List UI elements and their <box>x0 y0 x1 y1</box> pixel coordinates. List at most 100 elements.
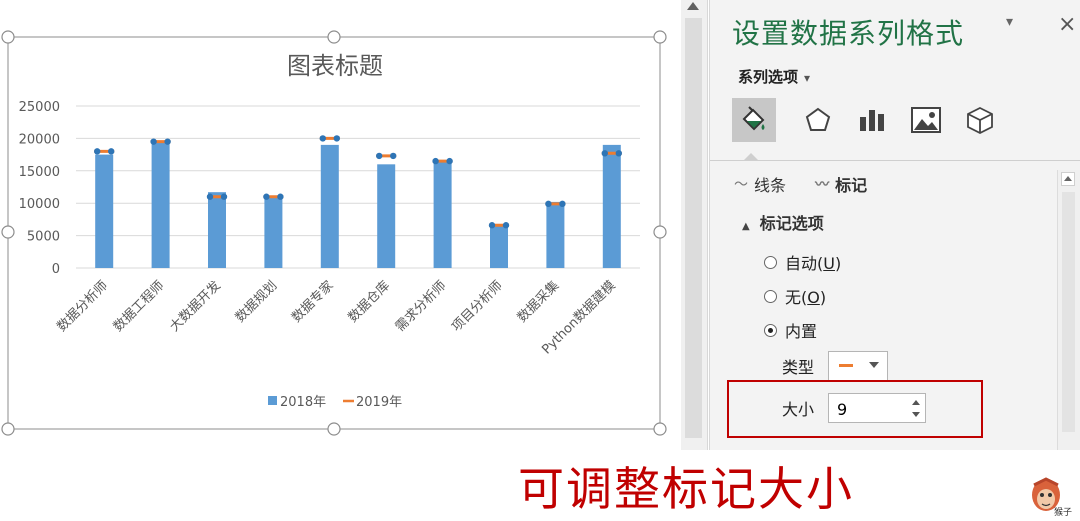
bar <box>95 154 114 268</box>
chevron-down-icon: ▾ <box>804 71 811 85</box>
radio-auto-label: 自动(U) <box>785 254 842 273</box>
line-icon: 〜 <box>734 177 748 193</box>
series-options-bar-icon[interactable] <box>850 98 894 142</box>
tab-marker[interactable]: 〰标记 <box>815 172 867 196</box>
3d-format-icon[interactable] <box>958 98 1002 142</box>
y-axis-ticks: 0 5000 10000 15000 20000 25000 <box>19 100 60 277</box>
radio-auto-button[interactable] <box>764 255 777 269</box>
scroll-up-icon[interactable] <box>1061 172 1075 186</box>
resize-handle[interactable] <box>327 422 341 436</box>
subtabs: 〜线条 〰标记 <box>734 172 891 196</box>
y-tick-label: 25000 <box>19 100 60 115</box>
legend-label: 2018年 <box>280 395 326 410</box>
resize-handle[interactable] <box>1 30 15 44</box>
marker-selection-dot <box>263 193 270 200</box>
collapse-triangle-icon: ▲ <box>742 221 750 232</box>
radio-auto[interactable]: 自动(U) <box>764 250 841 274</box>
marker-selection-dot <box>446 157 453 165</box>
marker-type-dropdown[interactable] <box>828 351 888 381</box>
x-tick-label: 需求分析师 <box>393 278 450 335</box>
marker-selection-dot <box>220 193 228 200</box>
marker-selection-dot <box>376 152 383 160</box>
scroll-thumb[interactable] <box>685 18 702 438</box>
chevron-down-icon <box>869 362 879 368</box>
chart-title[interactable]: 图表标题 <box>287 52 383 80</box>
y-tick-label: 15000 <box>19 165 60 180</box>
bar <box>320 144 339 268</box>
marker-selection-dot <box>488 222 496 229</box>
size-highlight-box <box>727 380 983 438</box>
x-tick-label: 数据工程师 <box>111 278 168 335</box>
effects-icon[interactable] <box>796 98 840 142</box>
resize-handle[interactable] <box>327 30 341 44</box>
marker-selection-dot <box>615 150 622 157</box>
format-data-series-pane: 设置数据系列格式 ▾ × 系列选项 ▾ 〜 线条 〰 标记 ▲ 标记选项 自动(… <box>709 0 1080 450</box>
marker-selection-dot <box>502 222 510 229</box>
y-tick-label: 10000 <box>19 197 60 212</box>
close-icon[interactable]: × <box>1058 12 1076 37</box>
series-options-dropdown[interactable]: 系列选项 ▾ <box>738 66 810 87</box>
x-tick-label: 项目分析师 <box>449 278 506 335</box>
picture-icon[interactable] <box>904 98 948 142</box>
marker-selection-dot <box>277 193 284 200</box>
bar <box>546 201 565 268</box>
resize-handle[interactable] <box>653 30 667 44</box>
bar <box>208 192 226 268</box>
x-tick-label: 大数据开发 <box>167 278 224 335</box>
tab-line[interactable]: 〜线条 <box>734 172 786 196</box>
bar <box>602 144 621 268</box>
x-tick-label: 数据专家 <box>289 278 337 326</box>
legend-label: 2019年 <box>356 395 402 410</box>
legend-swatch-bar <box>268 396 277 405</box>
marker-selection-dot <box>601 150 608 157</box>
pane-divider <box>710 160 1080 161</box>
y-tick-label: 20000 <box>19 132 60 147</box>
pane-left-scrollbar[interactable] <box>681 0 708 450</box>
radio-builtin[interactable]: 内置 <box>764 318 817 342</box>
bar-series <box>95 141 621 268</box>
bar <box>433 161 452 268</box>
marker-options-section[interactable]: ▲ 标记选项 <box>742 210 824 234</box>
bar <box>377 164 396 268</box>
chart[interactable]: 图表标题 0 5000 10000 15000 20000 25000 数据分析师 数据工程… <box>0 0 680 445</box>
scroll-up-arrow-icon[interactable] <box>687 2 699 10</box>
x-tick-label: 数据分析师 <box>54 278 111 335</box>
dash-marker-icon <box>839 364 853 367</box>
logo-text: 猴子 <box>1054 508 1073 518</box>
fill-line-icon[interactable] <box>732 98 776 142</box>
resize-handle[interactable] <box>653 422 667 436</box>
marker-selection-dot <box>432 157 439 165</box>
type-label: 类型 <box>782 358 815 377</box>
pane-right-scrollbar[interactable] <box>1057 170 1080 450</box>
bar <box>264 196 283 268</box>
resize-handle[interactable] <box>1 225 15 239</box>
x-tick-label: 数据规划 <box>233 278 280 325</box>
caption-text: 可调整标记大小 <box>518 462 854 516</box>
bar <box>490 223 508 268</box>
resize-handle[interactable] <box>653 225 667 239</box>
marker-series <box>94 135 622 229</box>
marker-selection-dot <box>108 148 115 155</box>
radio-builtin-button[interactable] <box>764 323 777 337</box>
marker-selection-dot <box>390 152 397 160</box>
pane-title: 设置数据系列格式 <box>732 17 965 50</box>
scroll-thumb[interactable] <box>1062 192 1075 432</box>
radio-none-label: 无(O) <box>785 288 827 307</box>
chart-area[interactable]: 图表标题 0 5000 10000 15000 20000 25000 数据分析师 数据工程… <box>0 0 680 445</box>
marker-selection-dot <box>333 135 340 142</box>
bar <box>151 141 170 268</box>
radio-none[interactable]: 无(O) <box>764 284 826 308</box>
radio-none-button[interactable] <box>764 289 777 303</box>
y-tick-label: 5000 <box>27 230 60 245</box>
y-tick-label: 0 <box>52 262 60 277</box>
pane-options-dropdown-icon[interactable]: ▾ <box>1006 14 1013 30</box>
marker-selection-dot <box>206 193 214 200</box>
marker-line-icon: 〰 <box>815 177 830 193</box>
x-axis-labels: 数据分析师 数据工程师 大数据开发 数据规划 数据专家 数据仓库 需求分析师 项目分析师 数据采… <box>54 278 618 358</box>
marker-selection-dot <box>545 200 552 208</box>
marker-selection-dot <box>94 148 101 155</box>
resize-handle[interactable] <box>1 422 15 436</box>
chart-legend: 2018年 2019年 <box>268 395 402 410</box>
series-options-label: 系列选项 <box>738 68 799 86</box>
marker-selection-dot <box>150 138 157 145</box>
